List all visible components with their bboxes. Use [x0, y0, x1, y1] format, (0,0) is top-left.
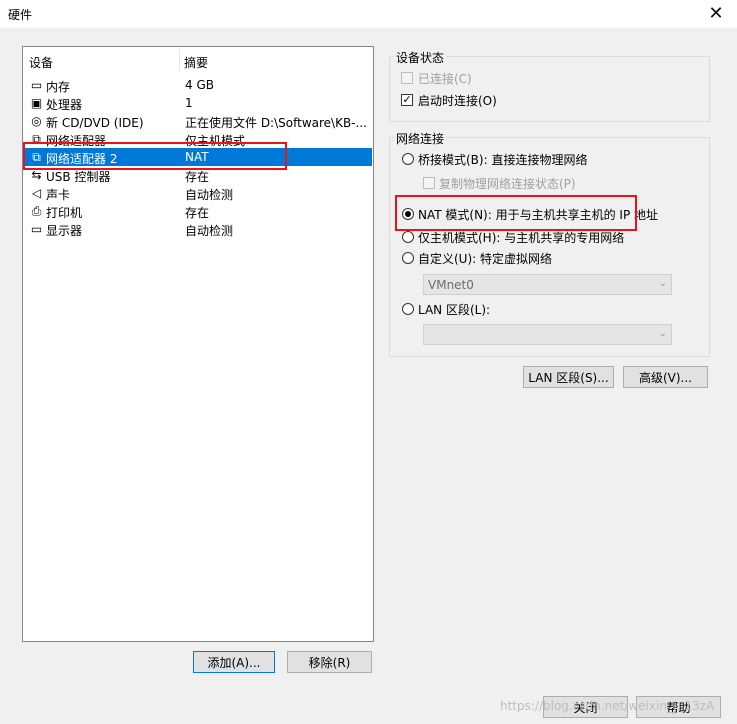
column-header-device[interactable]: 设备: [29, 54, 53, 71]
memory-icon: ▭: [30, 78, 43, 92]
bridged-label[interactable]: 桥接模式(B): 直接连接物理网络: [418, 151, 587, 168]
device-summary: 存在: [185, 206, 210, 220]
highlight-box: [395, 195, 637, 231]
lan-segments-button[interactable]: LAN 区段(S)...: [523, 366, 614, 388]
device-name: USB 控制器: [46, 170, 111, 184]
custom-label[interactable]: 自定义(U): 特定虚拟网络: [418, 250, 552, 267]
display-icon: ▭: [30, 222, 43, 236]
host-only-label[interactable]: 仅主机模式(H): 与主机共享的专用网络: [418, 229, 624, 246]
device-name: 内存: [46, 80, 71, 94]
column-divider: [179, 49, 180, 71]
device-row-sound[interactable]: ◁ 声卡 自动检测: [24, 184, 372, 202]
add-button[interactable]: 添加(A)...: [193, 651, 275, 673]
device-summary: 正在使用文件 D:\Software\KB-...: [185, 116, 367, 130]
device-name: 打印机: [46, 206, 83, 220]
printer-icon: ⎙: [31, 204, 42, 218]
sound-icon: ◁: [31, 186, 42, 200]
device-summary: 存在: [185, 170, 210, 184]
device-summary: 1: [185, 96, 193, 110]
connected-checkbox: [401, 72, 413, 84]
watermark: https://blog.csdn.net/weixin_...13zA: [500, 699, 715, 713]
device-row-memory[interactable]: ▭ 内存 4 GB: [24, 76, 372, 94]
usb-icon: ⇆: [31, 168, 42, 182]
device-name: 显示器: [46, 224, 83, 238]
device-row-display[interactable]: ▭ 显示器 自动检测: [24, 220, 372, 238]
remove-button[interactable]: 移除(R): [287, 651, 372, 673]
device-row-processor[interactable]: ▣ 处理器 1: [24, 94, 372, 112]
title-bar: [0, 0, 737, 28]
lan-segment-label[interactable]: LAN 区段(L):: [418, 301, 490, 318]
network-connection-title: 网络连接: [394, 130, 447, 147]
cd-dvd-icon: ◎: [31, 114, 42, 128]
chevron-down-icon: ⌄: [658, 278, 667, 289]
device-name: 新 CD/DVD (IDE): [46, 116, 144, 130]
device-list[interactable]: 设备 摘要 ▭ 内存 4 GB ▣ 处理器 1 ◎ 新 CD/DVD (IDE)…: [22, 46, 374, 642]
device-summary: 自动检测: [185, 224, 234, 238]
replicate-state-label: 复制物理网络连接状态(P): [439, 177, 576, 191]
host-only-radio[interactable]: [402, 231, 414, 243]
connect-at-power-on-label[interactable]: 启动时连接(O): [418, 92, 497, 109]
advanced-button[interactable]: 高级(V)...: [623, 366, 708, 388]
highlight-box: [23, 142, 287, 170]
custom-network-dropdown[interactable]: VMnet0 ⌄: [423, 274, 672, 295]
window-title: 硬件: [8, 8, 33, 22]
device-name: 声卡: [46, 188, 71, 202]
device-row-printer[interactable]: ⎙ 打印机 存在: [24, 202, 372, 220]
device-row-cd-dvd[interactable]: ◎ 新 CD/DVD (IDE) 正在使用文件 D:\Software\KB-.…: [24, 112, 372, 130]
connected-label: 已连接(C): [418, 72, 472, 86]
lan-segment-dropdown[interactable]: ⌄: [423, 324, 672, 345]
replicate-state-checkbox: [423, 177, 435, 189]
bridged-radio[interactable]: [402, 153, 414, 165]
dropdown-value: VMnet0: [428, 278, 474, 292]
custom-radio[interactable]: [402, 252, 414, 264]
column-header-summary[interactable]: 摘要: [184, 54, 208, 71]
processor-icon: ▣: [30, 96, 43, 110]
device-summary: 4 GB: [185, 78, 214, 92]
device-summary: 自动检测: [185, 188, 234, 202]
connect-at-power-on-checkbox[interactable]: ✓: [401, 94, 413, 106]
device-name: 处理器: [46, 98, 83, 112]
lan-segment-radio[interactable]: [402, 303, 414, 315]
chevron-down-icon: ⌄: [658, 328, 667, 339]
device-status-title: 设备状态: [394, 49, 447, 66]
close-icon[interactable]: ✕: [704, 1, 728, 25]
